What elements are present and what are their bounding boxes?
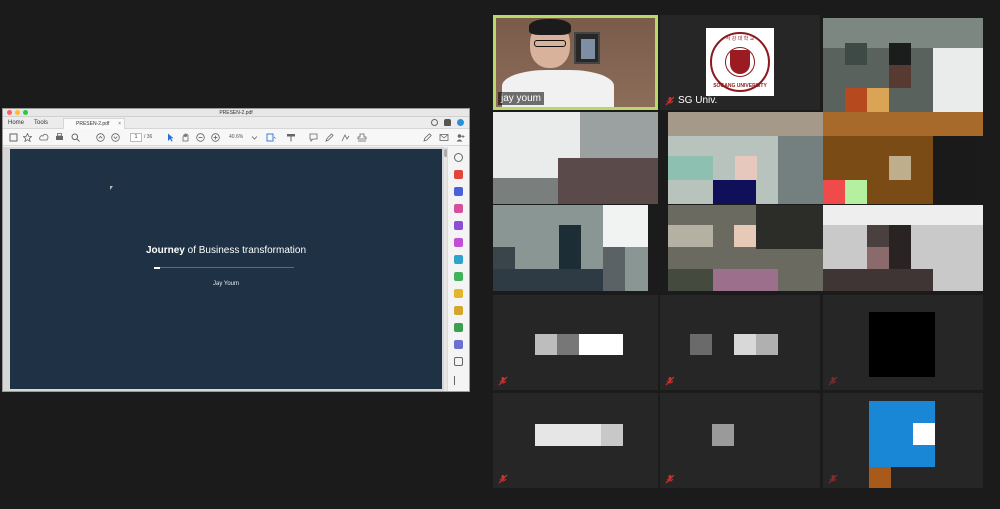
scan-icon[interactable] [454,272,463,281]
zoom-out-icon[interactable] [196,133,205,142]
page-total-label: / 36 [144,134,153,140]
highlight-pen-icon[interactable] [325,133,334,142]
participant-glasses [534,40,566,47]
previous-page-icon[interactable] [96,133,105,142]
video-tile[interactable] [668,112,823,204]
organize-pages-icon[interactable] [454,255,463,264]
notification-bell-icon[interactable] [444,119,451,126]
edit-pdf-icon[interactable] [454,204,463,213]
zoom-level-select[interactable]: 40.6% [229,134,243,140]
comment-icon[interactable] [309,133,318,142]
email-icon[interactable] [439,133,449,142]
send-review-icon[interactable] [454,306,463,315]
video-tile[interactable] [823,295,983,390]
help-icon[interactable] [431,119,438,126]
mic-muted-icon [665,96,675,106]
mic-muted-icon [828,376,838,386]
slide-divider [154,267,294,268]
video-tile[interactable] [668,205,823,291]
page-number-input[interactable]: 1 [130,133,142,142]
pdf-page: Journey of Business transformation Jay Y… [10,149,442,389]
create-pdf-icon[interactable] [454,187,463,196]
pdf-viewer-window[interactable]: PRESEN-2.pdf Home Tools PRESEN-2.pdf × 1… [2,108,470,392]
shield-icon [730,50,750,74]
draw-icon[interactable] [341,133,350,142]
video-tile[interactable] [823,393,983,488]
video-tile[interactable] [660,295,820,390]
add-user-icon[interactable] [456,133,465,142]
video-tile[interactable] [823,18,983,113]
background-door [574,32,600,64]
next-page-icon[interactable] [111,133,120,142]
document-tab-label: PRESEN-2.pdf [76,121,110,127]
video-tile[interactable] [493,393,658,488]
mouse-cursor-icon [110,186,113,190]
video-tile[interactable] [493,205,648,291]
video-tile[interactable] [823,112,983,204]
mic-muted-icon [498,376,508,386]
slide-title-rest: of Business transformation [184,245,307,256]
print-production-icon[interactable] [454,323,463,332]
video-tile[interactable] [660,393,820,488]
cloud-upload-icon[interactable] [39,133,49,142]
menu-home[interactable]: Home [8,120,24,126]
video-tile[interactable]: 서 강 대 학 교 SOGANG UNIVERSITY SG Univ. [660,15,820,110]
export-pdf-icon[interactable] [454,170,463,179]
slide-divider-accent [154,267,160,269]
page-fit-icon[interactable] [266,133,276,142]
comment-tool-icon[interactable] [454,221,463,230]
stamp-icon[interactable] [357,133,367,142]
video-tile[interactable] [823,205,983,291]
print-icon[interactable] [55,133,64,142]
chevron-down-icon[interactable] [250,133,259,142]
sign-icon[interactable] [423,133,432,142]
hand-tool-icon[interactable] [181,133,190,142]
account-avatar-icon[interactable] [457,119,464,126]
tab-close-icon[interactable]: × [118,119,121,129]
mic-muted-icon [665,474,675,484]
logo-english-text: SOGANG UNIVERSITY [713,83,767,89]
zoom-tool-icon[interactable] [454,153,463,162]
select-pointer-icon[interactable] [166,133,175,142]
video-tile[interactable] [493,295,658,390]
share-icon[interactable] [454,289,463,298]
mic-muted-icon [498,474,508,484]
university-logo: 서 강 대 학 교 SOGANG UNIVERSITY [706,28,774,96]
document-viewport[interactable]: Journey of Business transformation Jay Y… [3,147,445,391]
video-tile[interactable] [493,112,658,204]
logo-korean-text: 서 강 대 학 교 [725,36,755,42]
create-icon[interactable] [9,133,18,142]
document-tab[interactable]: PRESEN-2.pdf × [63,118,125,129]
bookmark-star-icon[interactable] [23,133,32,142]
participant-name: SG Univ. [678,95,718,106]
tools-rail [447,147,469,391]
fill-sign-icon[interactable] [454,238,463,247]
more-tools-icon[interactable] [454,357,463,366]
mic-muted-icon [665,376,675,386]
slide-title-bold: Journey [145,245,185,256]
pdf-toolbar: 1 / 36 40.6% [3,129,469,146]
window-titlebar: PRESEN-2.pdf [3,109,469,117]
menu-bar: Home Tools PRESEN-2.pdf × [3,117,469,129]
collapse-rail-icon[interactable] [454,376,459,385]
slide-author: Jay Youm [212,281,240,287]
protect-icon[interactable] [454,340,463,349]
participant-name: jay youm [498,92,545,105]
video-tile-active-speaker[interactable]: jay youm [493,15,658,110]
zoom-in-icon[interactable] [211,133,220,142]
slide-title: Journey of Business transformation [10,245,442,256]
window-title: PRESEN-2.pdf [219,110,253,116]
participant-hair [529,19,571,35]
scroll-mode-icon[interactable] [286,133,296,142]
menu-tools[interactable]: Tools [34,120,48,126]
search-icon[interactable] [71,133,80,142]
mic-muted-icon [828,474,838,484]
